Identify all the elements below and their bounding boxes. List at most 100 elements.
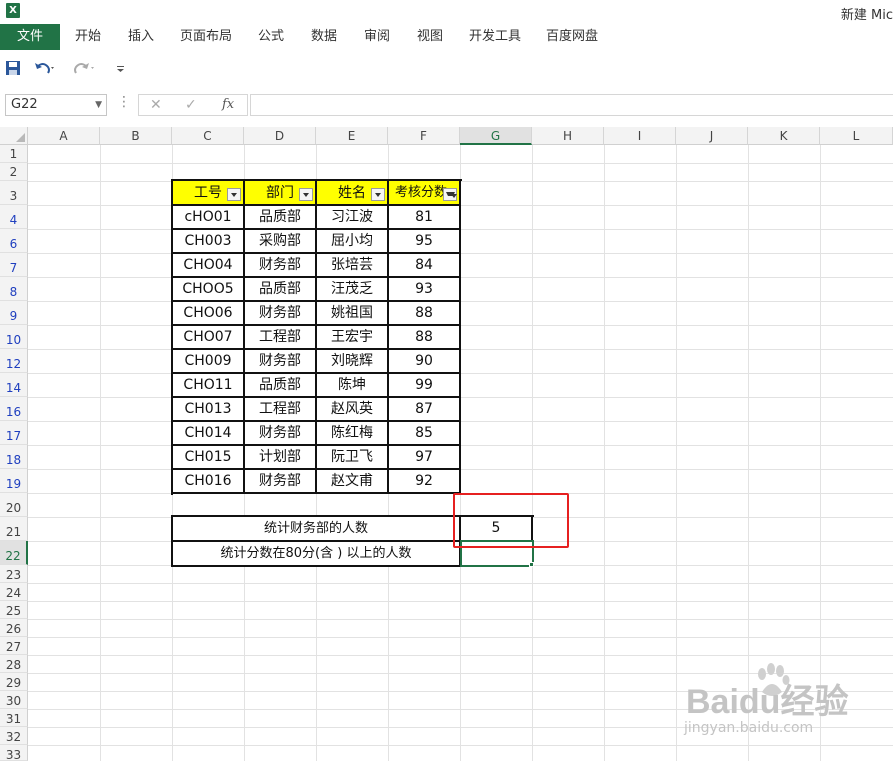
table-cell[interactable]: 工程部 bbox=[245, 326, 317, 350]
table-cell[interactable]: CHO11 bbox=[173, 374, 245, 398]
table-header-id[interactable]: 工号 bbox=[173, 181, 245, 206]
column-header-k[interactable]: K bbox=[748, 127, 820, 145]
row-header-31[interactable]: 31 bbox=[0, 709, 28, 727]
chevron-down-icon[interactable]: ▼ bbox=[95, 95, 102, 115]
tab-view[interactable]: 视图 bbox=[410, 24, 450, 50]
row-header-9[interactable]: 9 bbox=[0, 301, 28, 325]
table-cell[interactable]: 采购部 bbox=[245, 230, 317, 254]
row-header-4[interactable]: 4 bbox=[0, 205, 28, 229]
table-cell[interactable]: cHO01 bbox=[173, 206, 245, 230]
save-icon[interactable] bbox=[5, 60, 21, 80]
table-cell[interactable]: 品质部 bbox=[245, 374, 317, 398]
summary-label[interactable]: 统计财务部的人数 bbox=[173, 517, 461, 542]
row-header-2[interactable]: 2 bbox=[0, 163, 28, 181]
tab-data[interactable]: 数据 bbox=[304, 24, 344, 50]
table-cell[interactable]: 计划部 bbox=[245, 446, 317, 470]
fill-handle[interactable] bbox=[529, 562, 534, 567]
table-cell[interactable]: 财务部 bbox=[245, 302, 317, 326]
tab-file[interactable]: 文件 bbox=[0, 24, 60, 50]
column-header-e[interactable]: E bbox=[316, 127, 388, 145]
table-cell[interactable]: 81 bbox=[389, 206, 461, 230]
tab-developer[interactable]: 开发工具 bbox=[465, 24, 525, 50]
column-header-a[interactable]: A bbox=[28, 127, 100, 145]
table-cell[interactable]: CH003 bbox=[173, 230, 245, 254]
row-header-29[interactable]: 29 bbox=[0, 673, 28, 691]
summary-label[interactable]: 统计分数在80分(含 ) 以上的人数 bbox=[173, 542, 461, 567]
formula-input[interactable] bbox=[250, 94, 893, 116]
table-cell[interactable]: CH014 bbox=[173, 422, 245, 446]
table-cell[interactable]: 99 bbox=[389, 374, 461, 398]
row-header-12[interactable]: 12 bbox=[0, 349, 28, 373]
row-header-1[interactable]: 1 bbox=[0, 145, 28, 163]
table-header-dept[interactable]: 部门 bbox=[245, 181, 317, 206]
table-cell[interactable]: 张培芸 bbox=[317, 254, 389, 278]
table-cell[interactable]: 屈小均 bbox=[317, 230, 389, 254]
tab-home[interactable]: 开始 bbox=[68, 24, 108, 50]
table-cell[interactable]: 姚祖国 bbox=[317, 302, 389, 326]
table-cell[interactable]: 汪茂乏 bbox=[317, 278, 389, 302]
table-cell[interactable]: 财务部 bbox=[245, 470, 317, 494]
table-cell[interactable]: 工程部 bbox=[245, 398, 317, 422]
undo-icon[interactable] bbox=[33, 60, 55, 80]
table-cell[interactable]: CH009 bbox=[173, 350, 245, 374]
column-header-c[interactable]: C bbox=[172, 127, 244, 145]
enter-icon[interactable]: ✓ bbox=[185, 95, 197, 115]
table-cell[interactable]: 品质部 bbox=[245, 278, 317, 302]
filter-applied-icon[interactable] bbox=[443, 188, 457, 201]
row-header-26[interactable]: 26 bbox=[0, 619, 28, 637]
table-cell[interactable]: 王宏宇 bbox=[317, 326, 389, 350]
table-cell[interactable]: 85 bbox=[389, 422, 461, 446]
table-cell[interactable]: CH013 bbox=[173, 398, 245, 422]
select-all-button[interactable] bbox=[0, 127, 28, 145]
row-header-21[interactable]: 21 bbox=[0, 517, 28, 541]
tab-formulas[interactable]: 公式 bbox=[251, 24, 291, 50]
table-cell[interactable]: CHO07 bbox=[173, 326, 245, 350]
table-cell[interactable]: 阮卫飞 bbox=[317, 446, 389, 470]
table-cell[interactable]: 品质部 bbox=[245, 206, 317, 230]
table-cell[interactable]: 97 bbox=[389, 446, 461, 470]
column-header-l[interactable]: L bbox=[820, 127, 893, 145]
table-cell[interactable]: 84 bbox=[389, 254, 461, 278]
row-header-14[interactable]: 14 bbox=[0, 373, 28, 397]
table-cell[interactable]: 财务部 bbox=[245, 350, 317, 374]
row-header-28[interactable]: 28 bbox=[0, 655, 28, 673]
column-header-f[interactable]: F bbox=[388, 127, 460, 145]
row-header-25[interactable]: 25 bbox=[0, 601, 28, 619]
row-header-16[interactable]: 16 bbox=[0, 397, 28, 421]
row-header-6[interactable]: 6 bbox=[0, 229, 28, 253]
table-cell[interactable]: 88 bbox=[389, 302, 461, 326]
row-header-27[interactable]: 27 bbox=[0, 637, 28, 655]
customize-icon[interactable] bbox=[116, 60, 126, 80]
table-cell[interactable]: 赵文甫 bbox=[317, 470, 389, 494]
column-header-i[interactable]: I bbox=[604, 127, 676, 145]
tab-insert[interactable]: 插入 bbox=[121, 24, 161, 50]
filter-dropdown-icon[interactable] bbox=[371, 188, 385, 201]
tab-page-layout[interactable]: 页面布局 bbox=[176, 24, 236, 50]
table-cell[interactable]: CHO06 bbox=[173, 302, 245, 326]
table-cell[interactable]: 88 bbox=[389, 326, 461, 350]
table-cell[interactable]: CHOO5 bbox=[173, 278, 245, 302]
table-cell[interactable]: 陈红梅 bbox=[317, 422, 389, 446]
table-cell[interactable]: 赵风英 bbox=[317, 398, 389, 422]
row-header-17[interactable]: 17 bbox=[0, 421, 28, 445]
row-header-3[interactable]: 3 bbox=[0, 181, 28, 205]
column-header-h[interactable]: H bbox=[532, 127, 604, 145]
row-header-20[interactable]: 20 bbox=[0, 493, 28, 517]
row-header-30[interactable]: 30 bbox=[0, 691, 28, 709]
row-header-8[interactable]: 8 bbox=[0, 277, 28, 301]
tab-review[interactable]: 审阅 bbox=[357, 24, 397, 50]
column-header-d[interactable]: D bbox=[244, 127, 316, 145]
row-header-23[interactable]: 23 bbox=[0, 565, 28, 583]
row-header-7[interactable]: 7 bbox=[0, 253, 28, 277]
filter-dropdown-icon[interactable] bbox=[299, 188, 313, 201]
filter-dropdown-icon[interactable] bbox=[227, 188, 241, 201]
table-cell[interactable]: CHO04 bbox=[173, 254, 245, 278]
name-box[interactable]: G22 ▼ bbox=[5, 94, 107, 116]
table-cell[interactable]: CH015 bbox=[173, 446, 245, 470]
cancel-icon[interactable]: ✕ bbox=[150, 95, 162, 115]
column-header-j[interactable]: J bbox=[676, 127, 748, 145]
redo-icon[interactable] bbox=[73, 60, 95, 80]
table-cell[interactable]: 财务部 bbox=[245, 422, 317, 446]
table-cell[interactable]: 习江波 bbox=[317, 206, 389, 230]
row-header-10[interactable]: 10 bbox=[0, 325, 28, 349]
